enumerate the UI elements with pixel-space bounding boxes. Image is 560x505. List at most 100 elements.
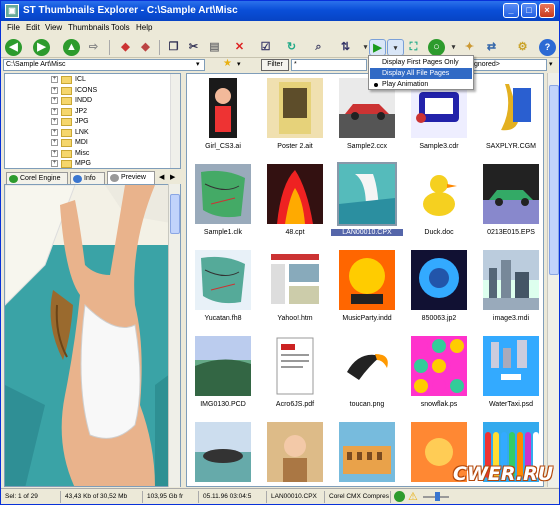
thumbnail-image[interactable] [267,78,323,138]
tab-preview[interactable]: Preview [107,171,155,184]
thumbnail-item[interactable]: Yucatan.fh8 [187,246,259,330]
fit-icon[interactable]: ⛶ [405,39,422,56]
zoom-icon[interactable]: ⌕ [310,39,327,56]
tree-item[interactable]: + ICL [5,75,171,85]
expand-icon[interactable]: + [51,76,58,83]
thumbnail-image[interactable] [339,422,395,482]
cut-icon[interactable]: ✂ [185,39,202,56]
thumbnail-image[interactable] [195,250,251,310]
path-dropdown-icon[interactable]: ▾ [196,60,200,68]
thumbnail-image[interactable] [483,78,539,138]
maximize-button[interactable]: □ [521,3,537,18]
favorites-dropdown-icon[interactable]: ▾ [237,60,241,68]
thumbnail-image[interactable] [195,78,251,138]
menu-view[interactable]: View [45,23,62,32]
thumbnail-image[interactable] [337,162,397,226]
thumbnail-image[interactable] [483,164,539,224]
convert-icon[interactable]: ⇄ [483,39,500,56]
rotate-icon[interactable]: ○ [428,39,445,56]
thumbnail-image[interactable] [339,250,395,310]
tree-item[interactable]: + MPG [5,159,171,168]
expand-icon[interactable]: + [51,160,58,167]
tab-corel-engine[interactable]: Corel Engine [6,172,68,184]
thumbnail-item[interactable]: Girl_CS3.ai [187,74,259,158]
thumbnail-item[interactable]: LAN00010.CPX [331,160,403,244]
menu-item-play-animation[interactable]: Play Animation [370,79,472,90]
menu-file[interactable]: File [7,23,20,32]
package-icon[interactable]: ◆ [117,39,134,56]
favorites-star-icon[interactable]: ★ [223,58,232,69]
thumbnail-image[interactable] [411,336,467,396]
thumbnail-image[interactable] [267,164,323,224]
menu-tools[interactable]: Tools [111,23,130,32]
package-red-icon[interactable]: ◆ [137,39,154,56]
tree-item[interactable]: + Misc [5,149,171,159]
thumbnail-item[interactable]: c7144ac806a6.rif [259,418,331,486]
copy-icon[interactable]: ❐ [165,39,182,56]
tree-item[interactable]: + MDI [5,138,171,148]
expand-icon[interactable]: + [51,107,58,115]
thumbnail-item[interactable]: ZCOLLOS.svgz [331,418,403,486]
thumbnail-item[interactable]: Yahoo!.htm [259,246,331,330]
expand-icon[interactable]: + [51,118,58,125]
thumbnail-image[interactable] [411,164,467,224]
warning-icon[interactable]: ⚠ [408,490,418,503]
expand-icon[interactable]: + [51,149,58,157]
scrollbar-thumb[interactable] [549,85,559,275]
thumbnail-item[interactable]: MusicParty.indd [331,246,403,330]
path-input[interactable]: C:\Sample Art\Misc [3,59,205,71]
menu-item-first-pages[interactable]: Display First Pages Only [370,57,472,68]
delete-icon[interactable]: ✕ [231,39,248,56]
scrollbar-thumb[interactable] [170,194,180,234]
thumbnail-image[interactable] [267,422,323,482]
settings-icon[interactable]: ⚙ [514,39,531,56]
sort-icon[interactable]: ⇅ [337,39,354,56]
tools-icon[interactable]: ✦ [461,39,478,56]
thumbnail-image[interactable] [339,336,395,396]
thumbnail-image[interactable] [195,336,251,396]
folder-nav-icon[interactable]: ⇨ [85,39,102,56]
thumbnails-app-icon[interactable]: ▣ [5,4,19,18]
zoom-slider-handle[interactable] [435,492,440,501]
thumbnail-image[interactable] [267,250,323,310]
tab-info[interactable]: Info [70,172,105,184]
thumbnail-item[interactable]: snowflak.ps [403,332,475,416]
title-bar[interactable]: ▣ ST Thumbnails Explorer - C:\Sample Art… [1,1,559,21]
paste-icon[interactable]: ▤ [206,39,223,56]
close-button[interactable]: × [539,3,555,18]
expand-icon[interactable]: + [51,128,58,136]
menu-edit[interactable]: Edit [26,23,40,32]
play-dropdown-icon[interactable]: ▾ [387,39,404,56]
tab-scroll-left-icon[interactable]: ◀ [159,173,164,181]
thumbnail-item[interactable]: Sample1.clk [187,160,259,244]
help-icon[interactable]: ? [539,39,556,56]
tree-item[interactable]: + JP2 [5,107,171,117]
ignored-dropdown-icon[interactable]: ▾ [549,60,553,68]
thumbnail-item[interactable]: 850063.jp2 [403,246,475,330]
tab-scroll-right-icon[interactable]: ▶ [170,173,175,181]
expand-icon[interactable]: + [51,97,58,104]
back-icon[interactable]: ◀ [5,39,22,56]
expand-icon[interactable]: + [51,86,58,94]
tree-item[interactable]: + LNK [5,128,171,138]
preview-scrollbar[interactable] [168,184,180,487]
filter-input[interactable]: * [291,59,367,71]
thumbnail-item[interactable]: Acro6JS.pdf [259,332,331,416]
thumbnail-item[interactable]: Poster 2.ait [259,74,331,158]
thumbnail-image[interactable] [483,250,539,310]
thumbnail-item[interactable]: WaterTaxi.psd [475,332,543,416]
tree-item[interactable]: + INDD [5,96,171,106]
refresh-icon[interactable]: ↻ [283,39,300,56]
filter-button[interactable]: Filter [261,59,289,71]
menu-thumbnails[interactable]: Thumbnails [68,23,109,32]
thumbnail-item[interactable]: IMG0130.PCD [187,332,259,416]
forward-icon[interactable]: ▶ [33,39,50,56]
play-animation-icon[interactable]: ▶ [369,39,386,56]
tree-scrollbar[interactable] [170,74,180,168]
tree-item[interactable]: + JPG [5,117,171,127]
expand-icon[interactable]: + [51,139,58,146]
menu-help[interactable]: Help [136,23,152,32]
grid-scrollbar[interactable] [547,73,559,487]
rotate-dropdown-icon[interactable]: ▾ [445,39,462,56]
thumbnail-image[interactable] [483,336,539,396]
